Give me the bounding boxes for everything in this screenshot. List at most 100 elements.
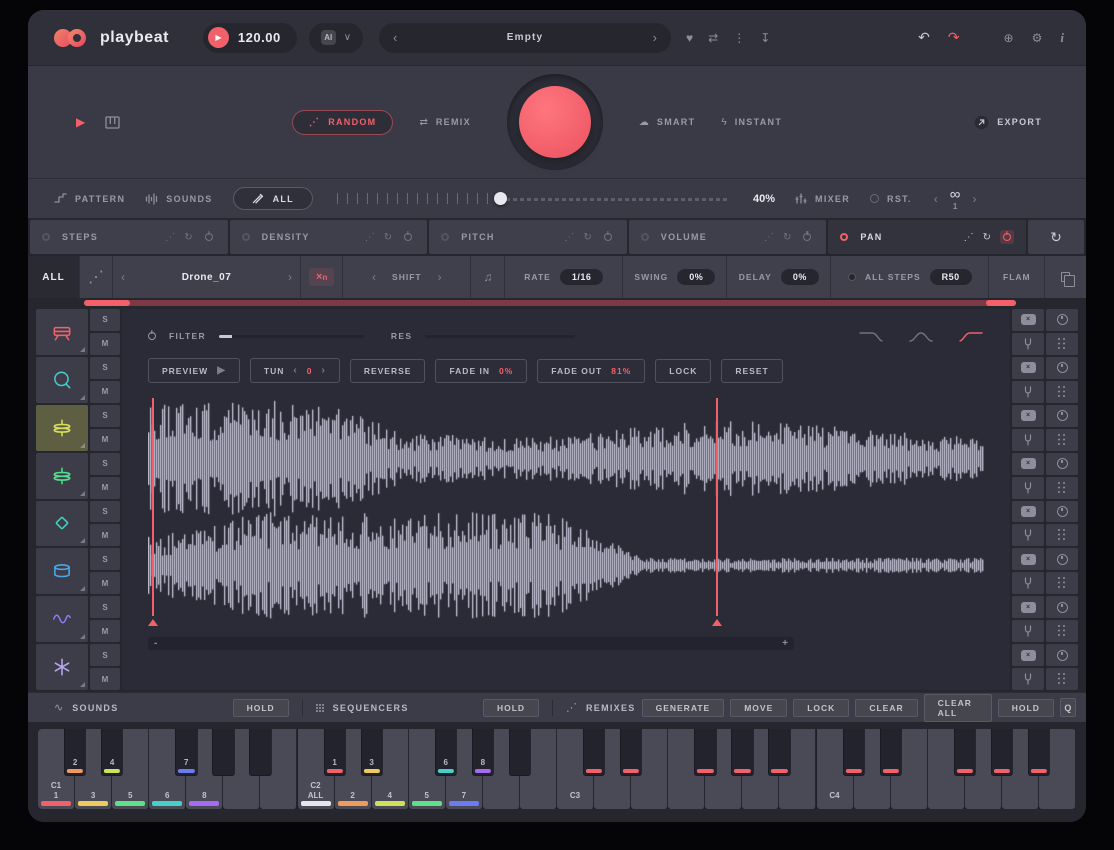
black-key[interactable] (509, 729, 531, 776)
swing-control[interactable]: SWING 0% (623, 256, 727, 298)
pattern-mode-button[interactable]: PATTERN (54, 193, 125, 204)
black-key[interactable]: 8 (472, 729, 494, 776)
loop-icon[interactable]: ↻ (384, 232, 392, 243)
black-key[interactable]: 1 (323, 729, 345, 776)
track-7-knob[interactable] (1046, 596, 1078, 618)
delay-value[interactable]: 0% (781, 269, 819, 285)
delay-control[interactable]: DELAY 0% (727, 256, 831, 298)
dice-icon[interactable]: ⋰ (564, 232, 574, 243)
track-2-solo-button[interactable]: S (90, 357, 120, 379)
bpm-box[interactable]: ▶ 120.00 (203, 23, 297, 53)
black-key[interactable] (249, 729, 271, 776)
track-4-solo-button[interactable]: S (90, 453, 120, 475)
track-3-drag-handle[interactable] (1046, 429, 1078, 451)
track-8-pad[interactable] (36, 644, 88, 690)
track-4-knob[interactable] (1046, 453, 1078, 475)
preset-cycle-icon[interactable]: ⇄ (708, 31, 718, 45)
track-1-mute-button[interactable]: M (90, 333, 120, 355)
sounds-tab[interactable]: ∿ SOUNDS (54, 701, 119, 714)
track-5-solo-button[interactable]: S (90, 501, 120, 523)
gear-icon[interactable]: ⚙ (1032, 31, 1043, 45)
track-6-knob[interactable] (1046, 548, 1078, 570)
export-button[interactable]: EXPORT (896, 115, 1086, 130)
reset-toggle[interactable]: RST. (870, 194, 912, 204)
track-7-sample-mute-button[interactable]: × (1012, 596, 1044, 618)
dice-icon[interactable]: ⋰ (964, 232, 974, 243)
remix-button[interactable]: ⇄ REMIX (419, 117, 470, 128)
randomness-slider[interactable] (337, 192, 729, 206)
track-5-knob[interactable] (1046, 501, 1078, 523)
random-button[interactable]: ⋰ RANDOM (292, 110, 394, 135)
black-key[interactable]: 4 (101, 729, 123, 776)
track-6-mute-button[interactable]: M (90, 572, 120, 594)
ai-mode-dropdown[interactable]: AI ∨ (309, 23, 363, 53)
reset-button[interactable]: RESET (721, 359, 782, 383)
track-5-mute-button[interactable]: M (90, 524, 120, 546)
track-4-drag-handle[interactable] (1046, 477, 1078, 499)
track-1-pad[interactable] (36, 309, 88, 355)
instant-button[interactable]: ϟ INSTANT (721, 117, 782, 128)
favorite-icon[interactable]: ♥ (686, 31, 693, 45)
track-3-tune-button[interactable] (1012, 429, 1044, 451)
zoom-in-icon[interactable]: + (782, 638, 788, 649)
loop-icon[interactable]: ↻ (583, 232, 591, 243)
redo-icon[interactable]: ↷ (948, 29, 960, 46)
shift-right-icon[interactable]: › (438, 270, 442, 284)
rate-value[interactable]: 1/16 (560, 269, 604, 285)
track-4-mute-button[interactable]: M (90, 477, 120, 499)
resonance-slider[interactable] (425, 335, 575, 338)
track-6-tune-button[interactable] (1012, 572, 1044, 594)
black-key[interactable] (583, 729, 605, 776)
track-6-pad[interactable] (36, 548, 88, 594)
remix-hold-button[interactable]: HOLD (998, 699, 1054, 717)
sample-end-marker[interactable] (716, 398, 718, 616)
quantize-button[interactable]: Q (1060, 698, 1076, 717)
tab-pitch[interactable]: PITCH⋰↻ (429, 220, 627, 254)
pager-next-icon[interactable]: › (972, 192, 976, 206)
track-7-tune-button[interactable] (1012, 620, 1044, 642)
lock-remix-button[interactable]: LOCK (793, 699, 849, 717)
play-icon[interactable]: ▶ (208, 27, 229, 48)
loop-icon[interactable]: ↻ (783, 232, 791, 243)
black-key[interactable]: 6 (435, 729, 457, 776)
highpass-filter-icon[interactable] (958, 329, 984, 343)
tab-density[interactable]: DENSITY⋰↻ (230, 220, 428, 254)
track-1-drag-handle[interactable] (1046, 333, 1078, 355)
track-4-pad[interactable] (36, 453, 88, 499)
mixer-button[interactable]: MIXER (795, 193, 850, 204)
loop-icon[interactable]: ↻ (983, 232, 991, 243)
track-7-pad[interactable] (36, 596, 88, 642)
sample-start-marker[interactable] (152, 398, 154, 616)
lowpass-filter-icon[interactable] (858, 329, 884, 343)
sample-next-icon[interactable]: › (288, 270, 292, 284)
tab-steps[interactable]: STEPS⋰↻ (30, 220, 228, 254)
move-button[interactable]: MOVE (730, 699, 787, 717)
track-2-pad[interactable] (36, 357, 88, 403)
track-8-sample-mute-button[interactable]: × (1012, 644, 1044, 666)
reverse-button[interactable]: REVERSE (350, 359, 426, 383)
black-key[interactable] (880, 729, 902, 776)
all-steps-control[interactable]: ALL STEPS R50 (831, 256, 989, 298)
track-3-knob[interactable] (1046, 405, 1078, 427)
swing-value[interactable]: 0% (677, 269, 715, 285)
slider-handle[interactable] (494, 192, 507, 205)
track-1-solo-button[interactable]: S (90, 309, 120, 331)
preset-next-icon[interactable]: › (653, 30, 657, 45)
bpm-value[interactable]: 120.00 (238, 30, 281, 45)
globe-icon[interactable]: ⊕ (1004, 31, 1014, 45)
clear-button[interactable]: CLEAR (855, 699, 917, 717)
sample-selector[interactable]: ‹ Drone_07 › (113, 256, 301, 298)
download-icon[interactable]: ↧ (760, 31, 770, 45)
clear-all-button[interactable]: CLEAR ALL (924, 694, 992, 722)
track-8-mute-button[interactable]: M (90, 668, 120, 690)
piano-keyboard[interactable]: C113568247C2ALL24571368C3C4 (38, 729, 1076, 809)
smart-button[interactable]: ☁ SMART (639, 117, 696, 128)
bandpass-filter-icon[interactable] (908, 329, 934, 343)
fade-out-control[interactable]: FADE OUT 81% (537, 359, 645, 383)
track-1-tune-button[interactable] (1012, 333, 1044, 355)
sample-dice-button[interactable]: ⋰ (80, 256, 113, 298)
preview-button[interactable]: PREVIEW ▶ (148, 358, 240, 383)
track-7-drag-handle[interactable] (1046, 620, 1078, 642)
all-steps-led[interactable] (848, 273, 856, 281)
black-key[interactable] (620, 729, 642, 776)
